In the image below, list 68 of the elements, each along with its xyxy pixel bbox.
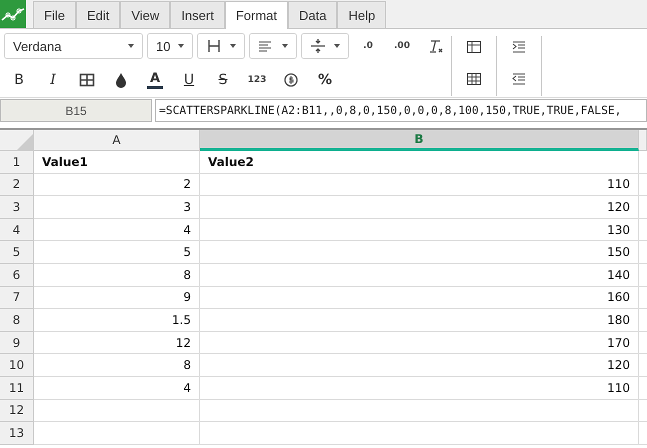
table-cell: 2 (34, 174, 200, 196)
table-cell: 150 (200, 241, 639, 264)
row-header[interactable]: 6 (0, 264, 34, 287)
row-header[interactable]: 8 (0, 309, 34, 332)
menu-tab[interactable]: Edit (76, 1, 120, 28)
caret-icon (178, 44, 184, 48)
underline-button[interactable]: U (174, 69, 204, 91)
caret-icon (334, 44, 340, 48)
row-header[interactable]: 4 (0, 218, 34, 242)
font-color-button[interactable]: A (147, 71, 163, 89)
column-header[interactable]: B (200, 130, 639, 151)
table-cell: 160 (200, 286, 639, 310)
table-cell: 8 (34, 264, 200, 287)
font-dropdown[interactable]: Verdana (4, 33, 143, 59)
menu-tab[interactable]: Format (224, 1, 288, 29)
table-cell: 4 (34, 218, 200, 242)
menu-tab[interactable]: View (120, 1, 170, 28)
table-cell: 4 (34, 376, 200, 400)
table-cell: 120 (200, 354, 639, 377)
table-cell: 3 (34, 196, 200, 219)
row-header[interactable]: 1 (0, 151, 34, 174)
percent-button[interactable]: % (310, 69, 340, 91)
increase-decimals-button[interactable]: .00 (387, 35, 417, 57)
caret-icon (230, 44, 236, 48)
table-cell: 8 (34, 354, 200, 377)
menu-tab[interactable]: Data (288, 1, 338, 28)
table-cell: 110 (200, 376, 639, 400)
borders-icon (206, 38, 222, 54)
bold-button[interactable]: B (4, 69, 34, 91)
table-cell: 120 (200, 196, 639, 219)
row-header[interactable]: 3 (0, 196, 34, 219)
table-cell: Value1 (34, 151, 200, 174)
row-header[interactable]: 2 (0, 174, 34, 196)
row-header[interactable]: 12 (0, 400, 34, 422)
table-cell: 170 (200, 332, 639, 354)
table-cell: 130 (200, 218, 639, 242)
menu-tab[interactable]: File (33, 1, 76, 28)
number-format-button[interactable]: 123 (242, 69, 272, 91)
row-header[interactable]: 13 (0, 422, 34, 445)
table-cell: 140 (200, 264, 639, 287)
row-header[interactable]: 5 (0, 241, 34, 264)
table-cell: 9 (34, 286, 200, 310)
table-cell: 110 (200, 174, 639, 196)
table-cell: 5 (34, 241, 200, 264)
strikethrough-button[interactable]: S (208, 69, 238, 91)
column-header[interactable]: A (34, 130, 200, 151)
table-cell: Value2 (200, 151, 639, 174)
vertical-align-dropdown[interactable] (301, 33, 349, 59)
borders-dropdown[interactable] (197, 33, 245, 59)
align-left-icon (258, 40, 272, 52)
table-cell: 12 (34, 332, 200, 354)
table-cell: 1.5 (34, 309, 200, 332)
italic-button[interactable]: I (38, 69, 68, 91)
font-size-dropdown[interactable]: 10 (147, 33, 193, 59)
decrease-decimals-button[interactable]: .0 (353, 35, 383, 57)
row-header[interactable]: 10 (0, 354, 34, 377)
menu-tab[interactable]: Insert (170, 1, 225, 28)
caret-icon (128, 44, 134, 48)
table-cell: 180 (200, 309, 639, 332)
row-header[interactable]: 11 (0, 376, 34, 400)
align-dropdown[interactable] (249, 33, 297, 59)
row-header[interactable]: 7 (0, 286, 34, 310)
caret-icon (282, 44, 288, 48)
menu-tab[interactable]: Help (337, 1, 386, 28)
name-box[interactable]: B15 (0, 99, 152, 122)
formula-field[interactable]: =SCATTERSPARKLINE(A2:B11,,0,8,0,150,0,0,0,8,100,150,TRUE,TRUE,FALSE, (155, 99, 647, 122)
row-header[interactable]: 9 (0, 332, 34, 354)
vertical-align-icon (310, 38, 326, 54)
